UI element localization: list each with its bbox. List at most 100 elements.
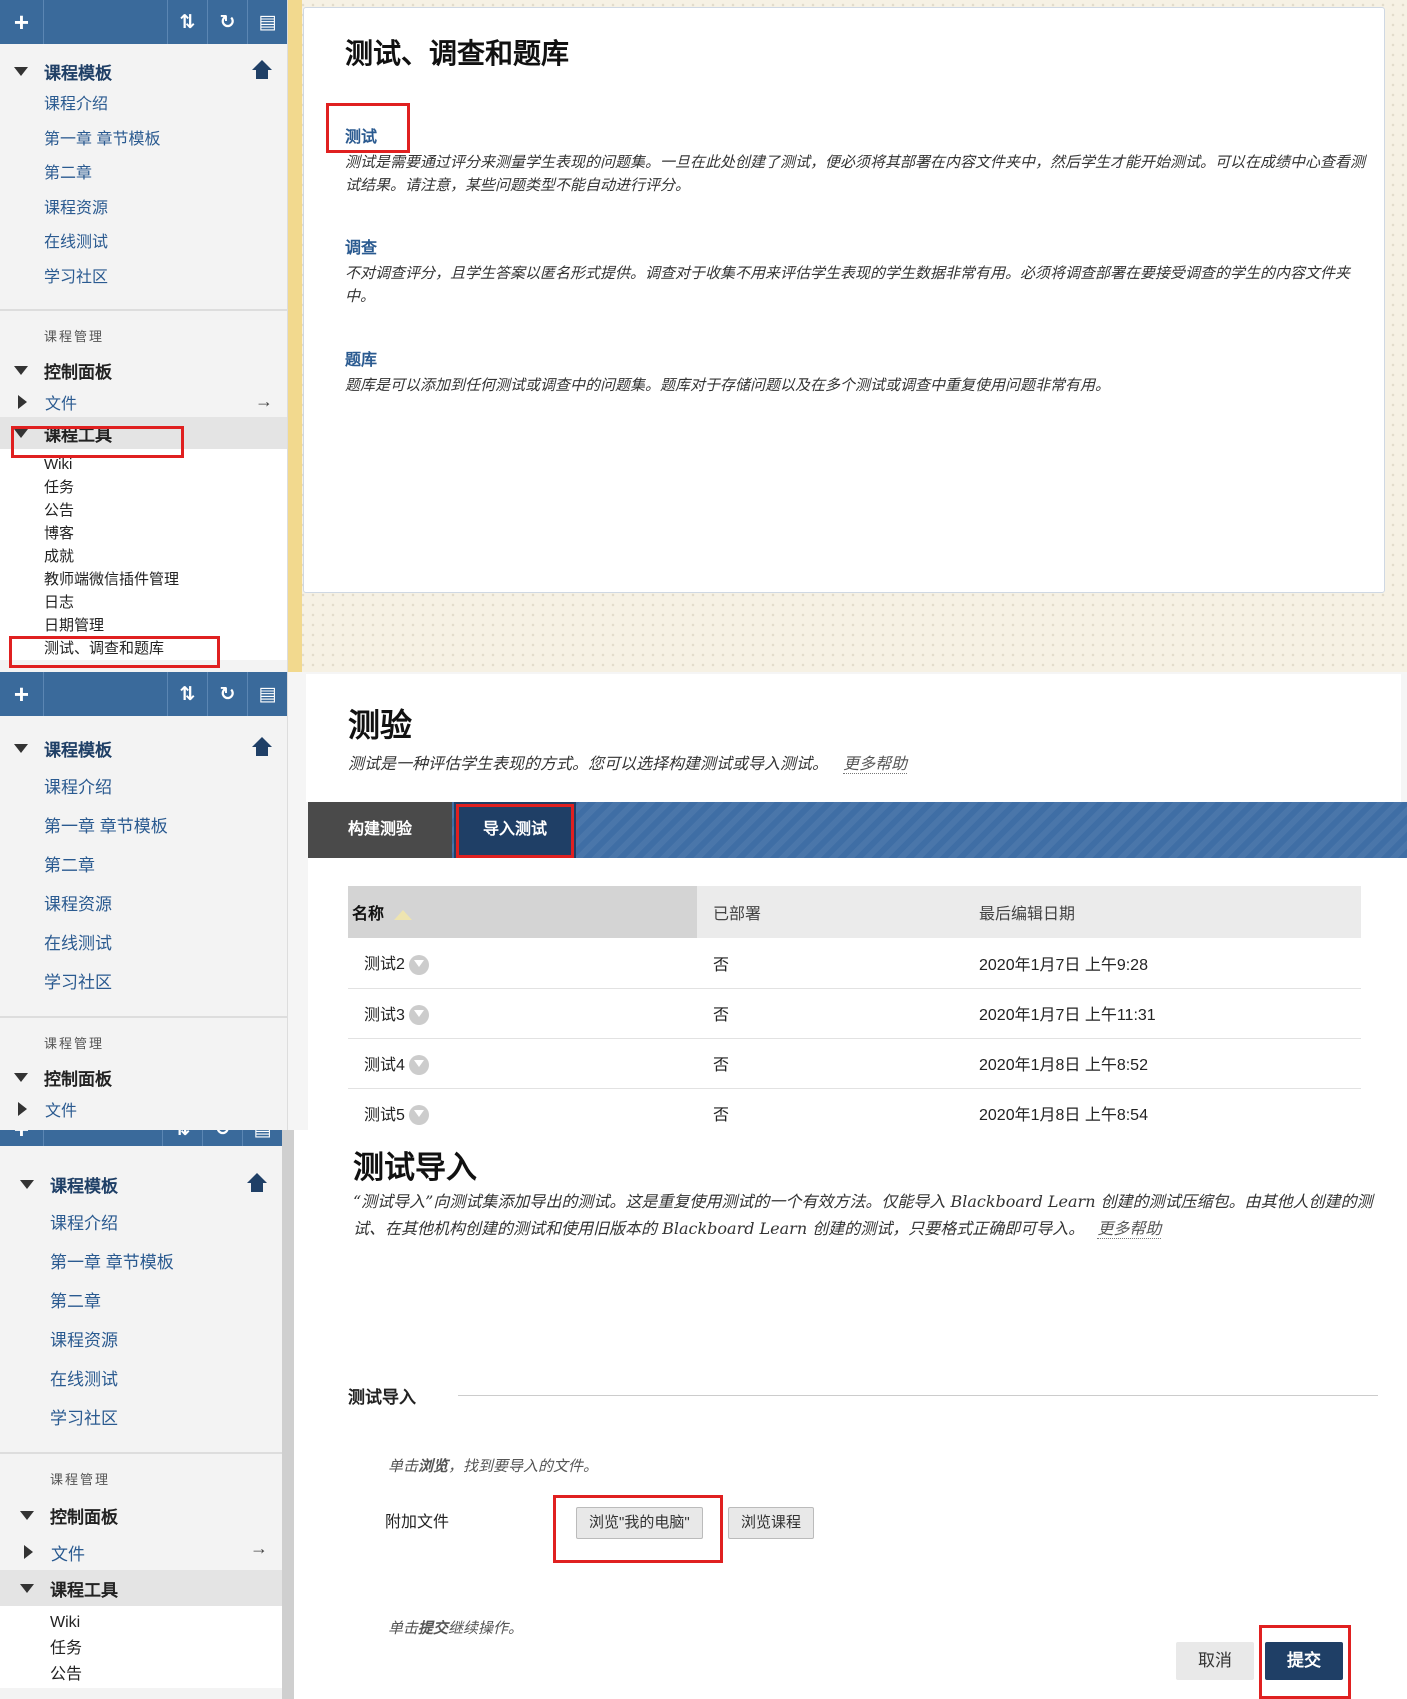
control-panel-label: 控制面板 [44, 362, 112, 382]
sidebar-item-chapter1[interactable]: 第一章 章节模板 [0, 123, 287, 158]
arrow-right-icon[interactable]: → [255, 391, 273, 412]
context-menu-icon[interactable] [408, 955, 429, 976]
test-name-cell[interactable]: 测试5 [348, 1088, 697, 1130]
more-help-link[interactable]: 更多帮助 [1097, 1219, 1162, 1239]
accent-strip [288, 0, 302, 672]
folder-view-icon[interactable]: ▤ [247, 672, 287, 716]
deployed-cell: 否 [697, 938, 963, 989]
sidebar-item-online-test[interactable]: 在线测试 [0, 1360, 282, 1399]
test-name[interactable]: 测试2 [364, 956, 405, 973]
sidebar-item-chapter2[interactable]: 第二章 [0, 1282, 282, 1321]
sidebar-item-community[interactable]: 学习社区 [0, 963, 287, 1002]
refresh-icon[interactable]: ↻ [207, 0, 247, 44]
highlight-box [1259, 1625, 1351, 1699]
column-header-deployed[interactable]: 已部署 [697, 886, 963, 938]
control-panel-header[interactable]: 控制面板 [0, 353, 287, 387]
sidebar-item-chapter2[interactable]: 第二章 [0, 157, 287, 192]
course-section-label: 课程模板 [50, 1176, 118, 1196]
sidebar-item-resources[interactable]: 课程资源 [0, 192, 287, 227]
table-row: 测试3 否 2020年1月7日 上午11:31 [348, 988, 1361, 1039]
surveys-link[interactable]: 调查 [345, 234, 377, 258]
files-label: 文件 [45, 396, 78, 413]
table-row: 测试4 否 2020年1月8日 上午8:52 [348, 1038, 1361, 1089]
build-test-button[interactable]: 构建测验 [308, 802, 452, 858]
home-icon[interactable] [251, 737, 273, 757]
control-panel-label: 控制面板 [50, 1507, 118, 1527]
folder-view-icon[interactable]: ▤ [247, 0, 287, 44]
sort-icon[interactable]: ⇅ [167, 0, 207, 44]
sidebar-item-resources[interactable]: 课程资源 [0, 885, 287, 924]
sidebar-item-chapter1[interactable]: 第一章 章节模板 [0, 1243, 282, 1282]
panel-tests-surveys-pools: + ⇅ ↻ ▤ 课程模板 课程介绍 第一章 章节模板 第二章 课程资源 在线测试… [0, 0, 1407, 672]
folder-view-icon[interactable]: ▤ [242, 1130, 282, 1146]
sidebar-item-intro[interactable]: 课程介绍 [0, 1204, 282, 1243]
cancel-button[interactable]: 取消 [1176, 1642, 1254, 1680]
table-row: 测试5 否 2020年1月8日 上午8:54 [348, 1088, 1361, 1130]
context-menu-icon[interactable] [408, 1055, 429, 1076]
files-item[interactable]: 文件 → [0, 1534, 282, 1570]
sidebar-item-intro[interactable]: 课程介绍 [0, 768, 287, 807]
test-name[interactable]: 测试5 [364, 1107, 405, 1124]
column-header-last-edited[interactable]: 最后编辑日期 [963, 886, 1361, 938]
sidebar-item-community[interactable]: 学习社区 [0, 261, 287, 296]
test-name[interactable]: 测试3 [364, 1007, 405, 1024]
tool-item-achievements[interactable]: 成就 [0, 545, 287, 568]
test-name[interactable]: 测试4 [364, 1057, 405, 1074]
course-tools-label: 课程工具 [50, 1580, 118, 1600]
tool-item-wiki[interactable]: Wiki [0, 1610, 282, 1636]
refresh-icon[interactable]: ↻ [202, 1130, 242, 1146]
context-menu-icon[interactable] [408, 1105, 429, 1126]
sort-icon[interactable]: ⇅ [167, 672, 207, 716]
column-header-name[interactable]: 名称 [348, 886, 697, 938]
home-icon[interactable] [246, 1173, 268, 1193]
course-section-header[interactable]: 课程模板 [0, 54, 287, 88]
control-panel-header[interactable]: 控制面板 [0, 1496, 282, 1534]
tool-item-wechat-plugin[interactable]: 教师端微信插件管理 [0, 568, 287, 591]
home-icon[interactable] [251, 60, 273, 80]
panel-test-import: + ⇅ ↻ ▤ 课程模板 课程介绍 第一章 章节模板 第二章 课程资源 在线测试… [0, 1130, 1407, 1699]
tool-item-tasks[interactable]: 任务 [0, 1636, 282, 1662]
hint-text: 单击 [388, 1457, 419, 1475]
sidebar-item-online-test[interactable]: 在线测试 [0, 226, 287, 261]
more-help-link[interactable]: 更多帮助 [843, 754, 908, 774]
course-tools-header[interactable]: 课程工具 [0, 1570, 282, 1606]
sidebar-item-community[interactable]: 学习社区 [0, 1399, 282, 1438]
tool-item-blogs[interactable]: 博客 [0, 522, 287, 545]
course-management-label: 课程管理 [50, 1472, 111, 1487]
sidebar-item-intro[interactable]: 课程介绍 [0, 88, 287, 123]
files-item[interactable]: 文件 [0, 1094, 287, 1124]
arrow-right-icon[interactable]: → [250, 1538, 268, 1559]
add-icon[interactable]: + [0, 1130, 44, 1146]
tool-item-announcements[interactable]: 公告 [0, 1662, 282, 1688]
test-name-cell[interactable]: 测试4 [348, 1038, 697, 1089]
sidebar-item-chapter2[interactable]: 第二章 [0, 846, 287, 885]
deployed-cell: 否 [697, 1088, 963, 1130]
highlight-box [456, 804, 574, 858]
sidebar-item-chapter1[interactable]: 第一章 章节模板 [0, 807, 287, 846]
course-section-header[interactable]: 课程模板 [0, 728, 287, 768]
pools-link[interactable]: 题库 [345, 346, 377, 370]
control-panel-header[interactable]: 控制面板 [0, 1060, 287, 1094]
sidebar-item-resources[interactable]: 课程资源 [0, 1321, 282, 1360]
chevron-down-icon [14, 1072, 28, 1082]
highlight-box [11, 426, 184, 458]
browse-course-button[interactable]: 浏览课程 [728, 1507, 815, 1539]
sort-icon[interactable]: ⇅ [162, 1130, 202, 1146]
chevron-down-icon [14, 743, 28, 753]
page-header: 测验 测试是一种评估学生表现的方式。您可以选择构建测试或导入测试。 更多帮助 [306, 674, 1401, 802]
files-label: 文件 [45, 1103, 78, 1120]
sidebar-item-online-test[interactable]: 在线测试 [0, 924, 287, 963]
add-icon[interactable]: + [0, 0, 44, 44]
context-menu-icon[interactable] [408, 1005, 429, 1026]
test-name-cell[interactable]: 测试2 [348, 938, 697, 989]
add-icon[interactable]: + [0, 672, 44, 716]
course-section-header[interactable]: 课程模板 [0, 1164, 282, 1204]
refresh-icon[interactable]: ↻ [207, 672, 247, 716]
files-item[interactable]: 文件 → [0, 387, 287, 417]
tool-item-announcements[interactable]: 公告 [0, 499, 287, 522]
tool-item-tasks[interactable]: 任务 [0, 476, 287, 499]
tool-item-journals[interactable]: 日志 [0, 591, 287, 614]
tool-item-date-management[interactable]: 日期管理 [0, 614, 287, 637]
page-title: 测试、调查和题库 [345, 38, 570, 69]
test-name-cell[interactable]: 测试3 [348, 988, 697, 1039]
